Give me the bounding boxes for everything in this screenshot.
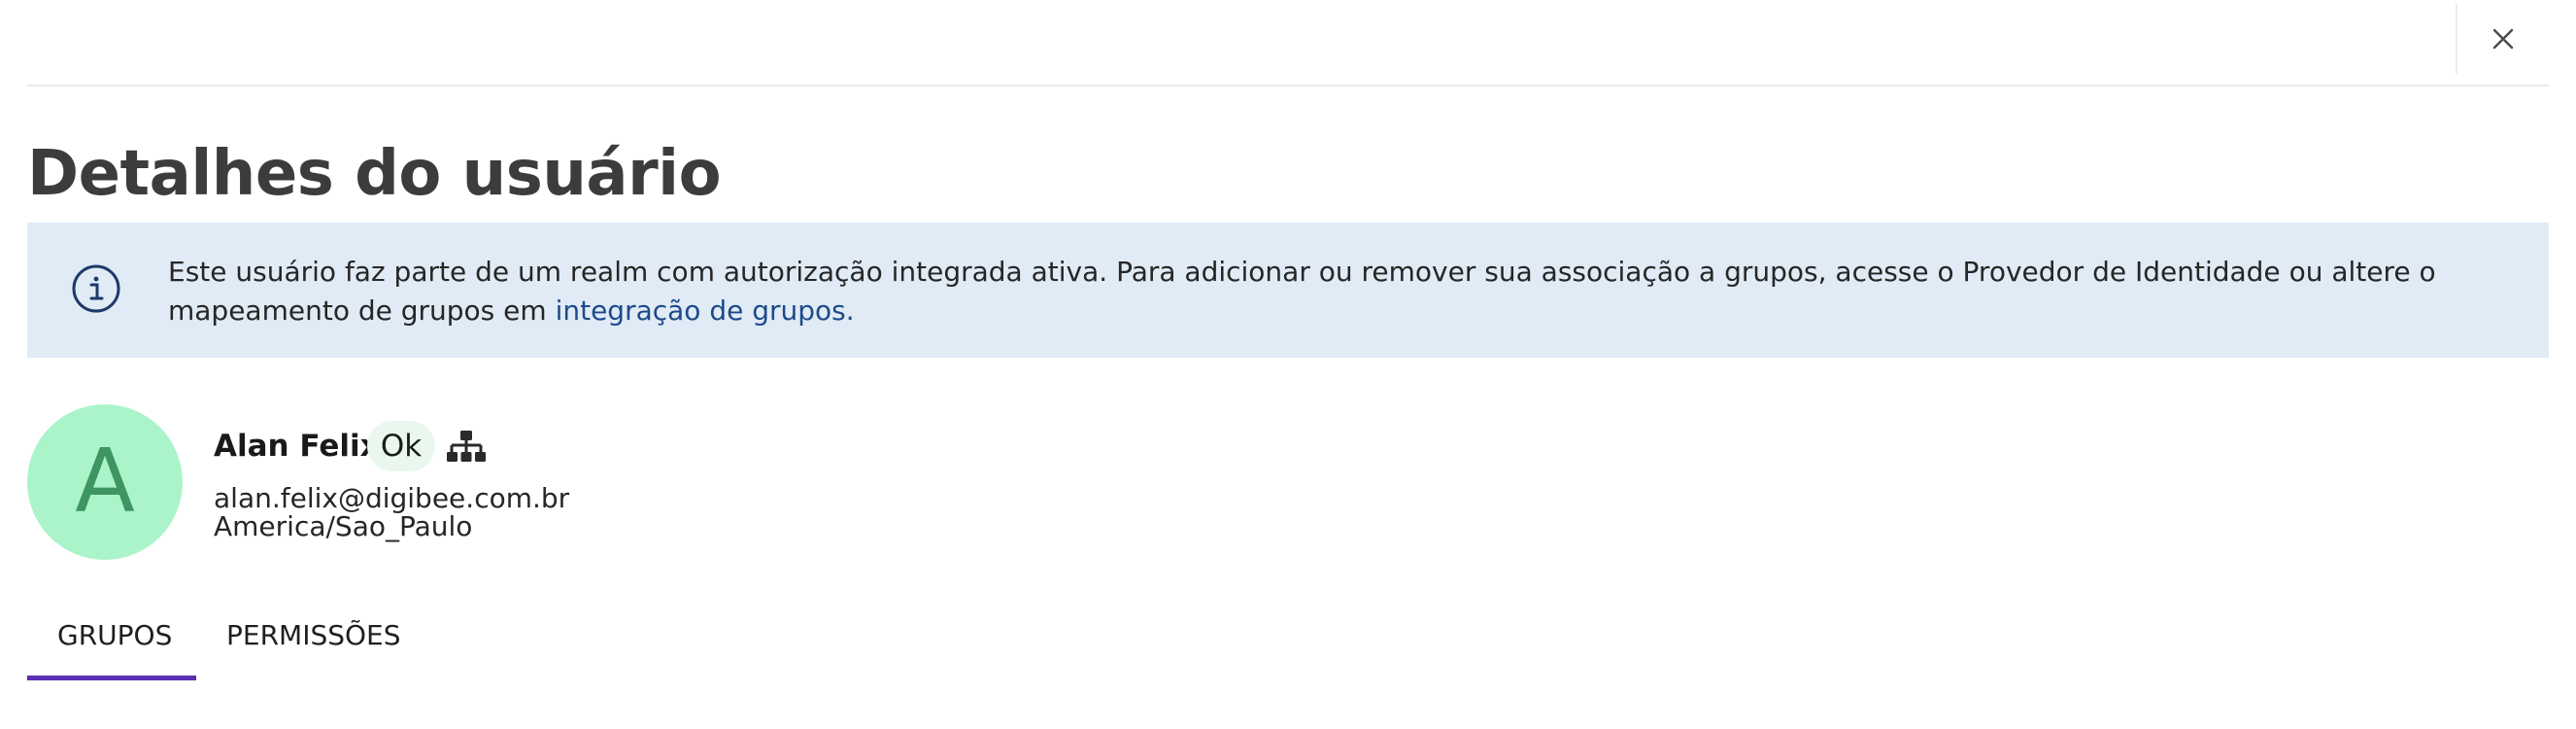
tab-grupos[interactable]: GRUPOS xyxy=(57,618,172,653)
active-tab-indicator xyxy=(27,676,196,680)
group-integration-link[interactable]: integração de grupos. xyxy=(556,295,855,327)
page-title: Detalhes do usuário xyxy=(27,138,722,210)
user-name: Alan Felix xyxy=(214,429,380,464)
banner-text: Este usuário faz parte de um realm com a… xyxy=(168,256,2436,327)
info-icon xyxy=(72,264,120,313)
close-button[interactable] xyxy=(2456,4,2549,74)
avatar: A xyxy=(27,404,183,560)
close-icon xyxy=(2492,28,2514,50)
drawer-header xyxy=(27,0,2549,87)
tab-permissoes[interactable]: PERMISSÕES xyxy=(226,618,401,653)
banner-message: Este usuário faz parte de um realm com a… xyxy=(168,253,2499,330)
user-timezone: America/Sao_Paulo xyxy=(214,510,473,542)
avatar-letter: A xyxy=(75,431,135,533)
org-chart-icon xyxy=(447,431,486,462)
status-badge: Ok xyxy=(367,421,435,471)
